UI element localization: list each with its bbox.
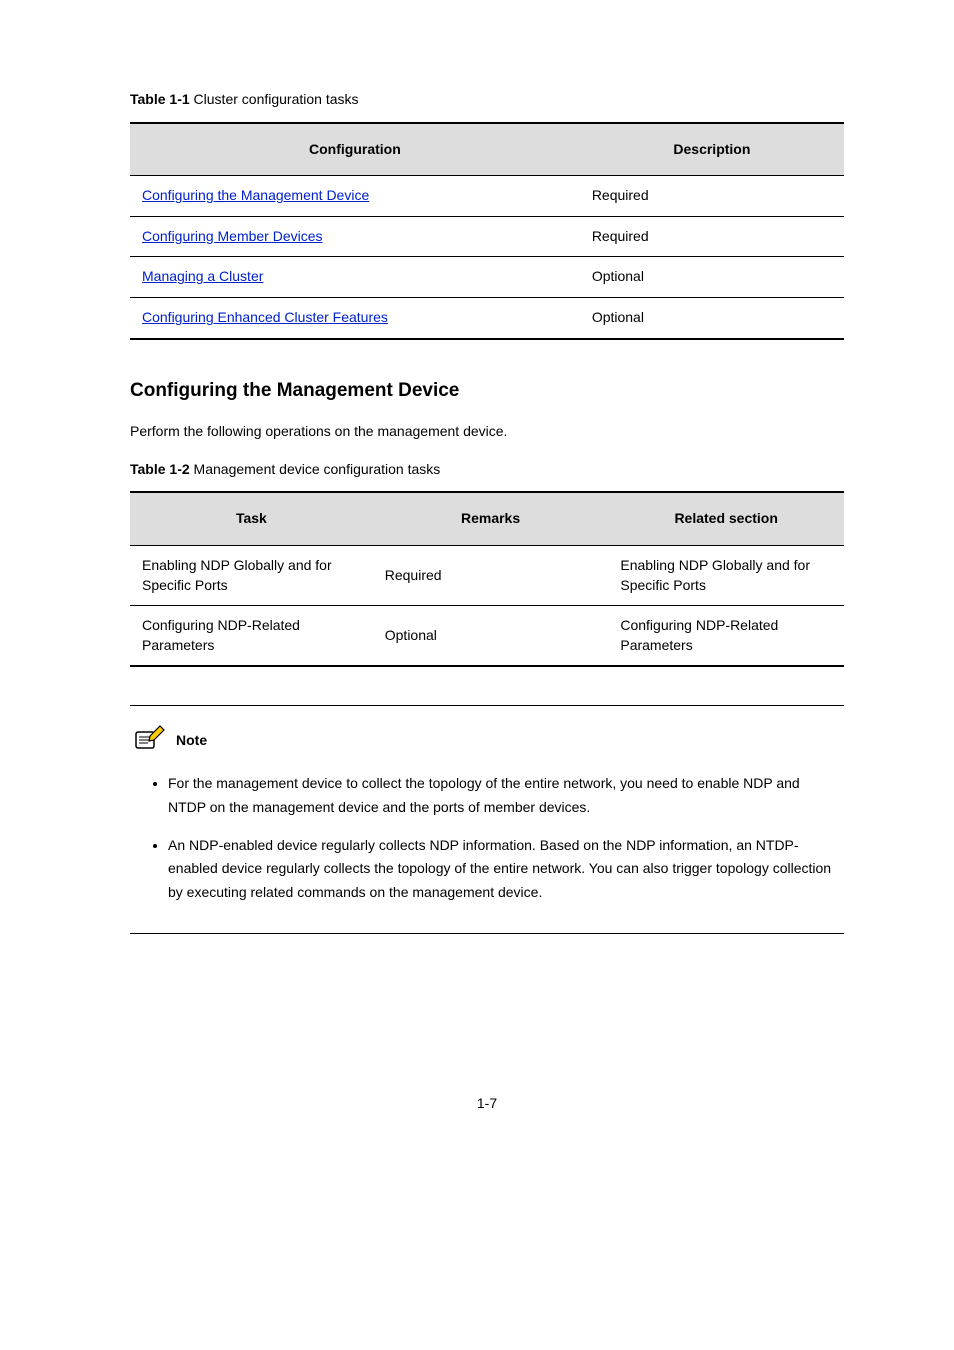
cell-description: Required [580,216,844,257]
link-configuring-enhanced-cluster-features[interactable]: Configuring Enhanced Cluster Features [142,309,388,325]
link-configuring-management-device[interactable]: Configuring the Management Device [142,187,369,203]
table-cluster-config-tasks: Configuration Description Configuring th… [130,122,844,340]
table-row: Configuring NDP-Related Parameters Optio… [130,606,844,667]
table-row: Enabling NDP Globally and for Specific P… [130,545,844,605]
cell-description: Required [580,176,844,217]
table-row: Configuring Member Devices Required [130,216,844,257]
cell-task: Configuring NDP-Related Parameters [130,606,373,667]
table-management-device-tasks: Task Remarks Related section Enabling ND… [130,491,844,667]
table1-caption-bold: Table 1-1 [130,91,190,107]
list-item: An NDP-enabled device regularly collects… [168,834,840,905]
cell-remarks: Required [373,545,609,605]
link-managing-a-cluster[interactable]: Managing a Cluster [142,268,263,284]
table1-caption-rest: Cluster configuration tasks [190,91,359,107]
table1-caption: Table 1-1 Cluster configuration tasks [130,90,844,110]
table2-caption-bold: Table 1-2 [130,461,190,477]
list-item: For the management device to collect the… [168,772,840,820]
table-header-row: Task Remarks Related section [130,492,844,545]
link-configuring-member-devices[interactable]: Configuring Member Devices [142,228,323,244]
note-box: Note For the management device to collec… [130,705,844,934]
page-number: 1-7 [130,1094,844,1114]
section-heading: Configuring the Management Device [130,378,844,405]
table2-caption: Table 1-2 Management device configuratio… [130,460,844,480]
table-header-row: Configuration Description [130,123,844,176]
cell-description: Optional [580,257,844,298]
th-remarks: Remarks [373,492,609,545]
th-description: Description [580,123,844,176]
note-header: Note [134,724,840,758]
cell-task: Enabling NDP Globally and for Specific P… [130,545,373,605]
table-row: Configuring Enhanced Cluster Features Op… [130,297,844,338]
table2-caption-rest: Management device configuration tasks [190,461,441,477]
table-row: Configuring the Management Device Requir… [130,176,844,217]
note-bullet-list: For the management device to collect the… [134,772,840,905]
page-container: Table 1-1 Cluster configuration tasks Co… [0,0,954,1173]
cell-related-section: Enabling NDP Globally and for Specific P… [608,545,844,605]
cell-description: Optional [580,297,844,338]
note-pencil-icon [134,724,168,758]
th-configuration: Configuration [130,123,580,176]
cell-related-section: Configuring NDP-Related Parameters [608,606,844,667]
note-label: Note [176,731,207,751]
th-related-section: Related section [608,492,844,545]
section-intro: Perform the following operations on the … [130,422,844,442]
cell-remarks: Optional [373,606,609,667]
th-task: Task [130,492,373,545]
table-row: Managing a Cluster Optional [130,257,844,298]
